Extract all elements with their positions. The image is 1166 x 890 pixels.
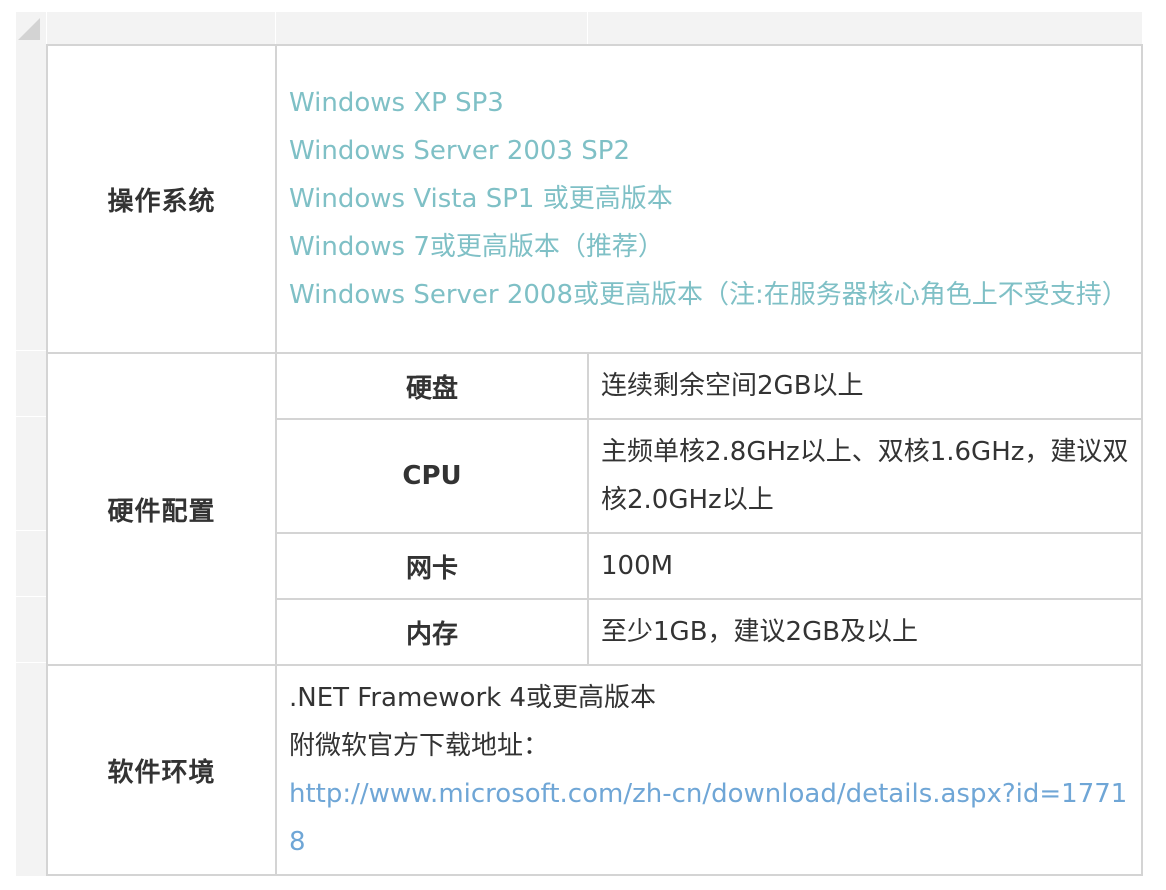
- hardware-label-nic[interactable]: 网卡: [275, 532, 589, 600]
- hardware-value-disk[interactable]: 连续剩余空间2GB以上: [587, 352, 1143, 420]
- column-separator: [46, 12, 47, 44]
- hardware-label-memory[interactable]: 内存: [275, 598, 589, 666]
- hardware-label-cpu[interactable]: CPU: [275, 418, 589, 534]
- column-separator: [275, 12, 276, 44]
- os-item: Windows XP SP3: [289, 88, 504, 118]
- row-separator: [16, 350, 46, 351]
- column-header-strip: [16, 12, 1142, 44]
- hardware-label-disk[interactable]: 硬盘: [275, 352, 589, 420]
- table-row-disk: 硬件配置 硬盘 连续剩余空间2GB以上: [46, 352, 1143, 666]
- download-label: 附微软官方下载地址：: [289, 731, 550, 761]
- os-item: Windows Server 2008或更高版本（注:在服务器核心角色上不受支持…: [289, 280, 1128, 310]
- framework-requirement: .NET Framework 4或更高版本: [289, 683, 657, 713]
- row-separator: [16, 530, 46, 531]
- row-header-strip: [16, 44, 46, 876]
- hardware-value-memory[interactable]: 至少1GB，建议2GB及以上: [587, 598, 1143, 666]
- category-software[interactable]: 软件环境: [46, 664, 277, 876]
- os-list-cell[interactable]: Windows XP SP3 Windows Server 2003 SP2 W…: [275, 44, 1143, 354]
- hardware-value-nic[interactable]: 100M: [587, 532, 1143, 600]
- category-hardware[interactable]: 硬件配置: [46, 352, 277, 666]
- download-link[interactable]: http://www.microsoft.com/zh-cn/download/…: [289, 770, 1129, 866]
- software-cell[interactable]: .NET Framework 4或更高版本 附微软官方下载地址： http://…: [275, 664, 1143, 876]
- row-separator: [16, 596, 46, 597]
- hardware-value-cpu[interactable]: 主频单核2.8GHz以上、双核1.6GHz，建议双核2.0GHz以上: [587, 418, 1143, 534]
- row-separator: [16, 662, 46, 663]
- system-requirements-table: 操作系统 Windows XP SP3 Windows Server 2003 …: [46, 44, 1143, 876]
- column-separator: [587, 12, 588, 44]
- row-separator: [16, 416, 46, 417]
- os-item: Windows Server 2003 SP2: [289, 136, 631, 166]
- os-item: Windows 7或更高版本（推荐）: [289, 232, 664, 262]
- select-all-corner[interactable]: [18, 18, 40, 40]
- category-os[interactable]: 操作系统: [46, 44, 277, 354]
- table-row-os: 操作系统 Windows XP SP3 Windows Server 2003 …: [46, 44, 1143, 354]
- os-item: Windows Vista SP1 或更高版本: [289, 184, 673, 214]
- table-row-software: 软件环境 .NET Framework 4或更高版本 附微软官方下载地址： ht…: [46, 664, 1143, 876]
